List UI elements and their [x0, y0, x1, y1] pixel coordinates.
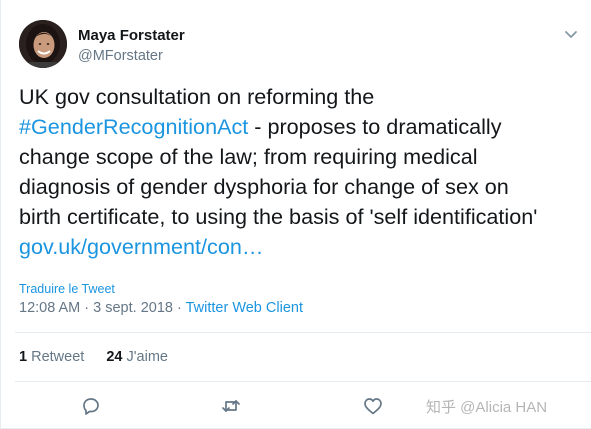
retweets-count: 1	[19, 349, 28, 365]
likes-label: J'aime	[126, 349, 168, 365]
likes-stat[interactable]: 24 J'aime	[106, 349, 168, 365]
watermark: 知乎 @Alicia HAN	[426, 399, 548, 416]
hashtag-link[interactable]: #GenderRecognitionAct	[19, 114, 248, 139]
chevron-down-icon[interactable]	[563, 28, 579, 40]
divider	[15, 381, 591, 382]
avatar[interactable]	[19, 20, 67, 68]
tweet-stats: 1 Retweet 24 J'aime	[19, 349, 186, 365]
likes-count: 24	[106, 349, 123, 365]
tweet-line: change scope of the law; from requiring …	[19, 144, 478, 169]
meta-separator: ·	[172, 300, 186, 316]
tweet-card: Maya Forstater @MForstater UK gov consul…	[0, 0, 591, 429]
tweet-line: diagnosis of gender dysphoria for change…	[19, 174, 509, 199]
tweet-text: UK gov consultation on reforming the #Ge…	[19, 82, 584, 262]
retweets-stat[interactable]: 1 Retweet	[19, 349, 84, 365]
tweet-line: #GenderRecognitionAct - proposes to dram…	[19, 112, 584, 142]
reply-icon[interactable]	[79, 395, 101, 417]
tweet-meta: 12:08 AM · 3 sept. 2018 · Twitter Web Cl…	[19, 300, 303, 316]
like-icon[interactable]	[362, 395, 384, 417]
retweet-icon[interactable]	[220, 395, 242, 417]
translate-link[interactable]: Traduire le Tweet	[19, 282, 115, 296]
tweet-line-rest: - proposes to dramatically	[248, 114, 502, 139]
author-handle[interactable]: @MForstater	[78, 48, 163, 64]
tweet-line: birth certificate, to using the basis of…	[19, 204, 538, 229]
divider	[15, 332, 591, 333]
client-link[interactable]: Twitter Web Client	[186, 300, 303, 316]
url-link[interactable]: gov.uk/government/con…	[19, 232, 584, 262]
tweet-line: UK gov consultation on reforming the	[19, 84, 375, 109]
author-name[interactable]: Maya Forstater	[78, 27, 185, 44]
timestamp[interactable]: 12:08 AM · 3 sept. 2018	[19, 300, 173, 316]
retweets-label: Retweet	[31, 349, 85, 365]
